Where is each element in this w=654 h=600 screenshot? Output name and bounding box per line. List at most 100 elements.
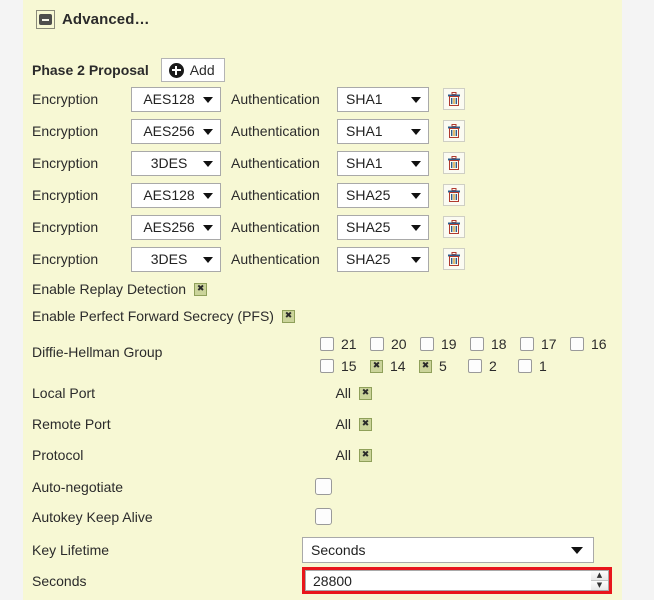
enable-pfs-checkbox[interactable]: ✖ — [281, 309, 295, 323]
authentication-label: Authentication — [231, 251, 320, 267]
dh-checkbox-15[interactable] — [320, 359, 334, 373]
dh-label-19: 19 — [441, 336, 457, 352]
authentication-label: Authentication — [231, 123, 320, 139]
seconds-row: Seconds ▲ ▼ — [32, 567, 612, 594]
protocol-checkbox[interactable]: ✖ — [359, 448, 372, 462]
trash-icon — [448, 251, 460, 266]
dh-label-15: 15 — [341, 358, 357, 374]
authentication-select-1[interactable]: SHA1 — [337, 118, 429, 144]
encryption-label: Encryption — [32, 187, 99, 203]
auto-negotiate-row: Auto-negotiate — [32, 478, 332, 495]
encryption-value-3: AES128 — [143, 187, 195, 203]
quantity-stepper: ▲ ▼ — [591, 570, 609, 591]
dh-checkbox-2[interactable] — [468, 359, 482, 373]
chevron-down-icon — [411, 97, 421, 103]
phase2-proposal-label: Phase 2 Proposal — [32, 62, 149, 78]
dh-label-17: 17 — [541, 336, 557, 352]
authentication-value-4: SHA25 — [346, 219, 391, 235]
authentication-select-5[interactable]: SHA25 — [337, 246, 429, 272]
dh-option-2: 2 — [468, 358, 508, 374]
table-row: Encryption 3DES Authentication SHA25 — [32, 246, 465, 272]
enable-replay-detection-row: Enable Replay Detection ✖ — [32, 281, 208, 297]
dh-label-14: 14 — [390, 358, 406, 374]
dh-row-0: 21 20 19 18 17 16 — [320, 333, 620, 355]
dh-checkbox-17[interactable] — [520, 337, 534, 351]
trash-icon — [448, 123, 460, 138]
trash-icon — [448, 187, 460, 202]
dh-checkbox-14[interactable]: ✖ — [370, 359, 383, 373]
dh-label-5: 5 — [439, 358, 447, 374]
local-port-checkbox[interactable]: ✖ — [359, 386, 372, 400]
encryption-select-0[interactable]: AES128 — [131, 86, 221, 112]
seconds-input[interactable] — [305, 570, 591, 591]
encryption-select-3[interactable]: AES128 — [131, 182, 221, 208]
dh-checkbox-1[interactable] — [518, 359, 532, 373]
remote-port-value: All — [335, 416, 351, 432]
authentication-select-2[interactable]: SHA1 — [337, 150, 429, 176]
dh-label-18: 18 — [491, 336, 507, 352]
add-proposal-button[interactable]: Add — [160, 58, 225, 82]
seconds-label: Seconds — [32, 572, 87, 589]
trash-icon — [448, 219, 460, 234]
encryption-select-2[interactable]: 3DES — [131, 150, 221, 176]
authentication-label: Authentication — [231, 155, 320, 171]
key-lifetime-value: Seconds — [311, 542, 366, 558]
key-lifetime-label: Key Lifetime — [32, 542, 110, 558]
minus-glyph — [39, 14, 52, 25]
encryption-select-5[interactable]: 3DES — [131, 246, 221, 272]
dh-checkbox-5[interactable]: ✖ — [419, 359, 432, 373]
dh-row-1: 15 ✖ 14 ✖ 5 2 1 — [320, 355, 620, 377]
chevron-down-icon — [411, 161, 421, 167]
dh-checkbox-18[interactable] — [470, 337, 484, 351]
stepper-down-button[interactable]: ▼ — [591, 580, 608, 590]
enable-pfs-label: Enable Perfect Forward Secrecy (PFS) — [32, 308, 274, 324]
encryption-value-5: 3DES — [150, 251, 188, 267]
autokey-keep-alive-label: Autokey Keep Alive — [32, 508, 153, 525]
encryption-select-1[interactable]: AES256 — [131, 118, 221, 144]
delete-row-button-1[interactable] — [443, 120, 465, 142]
delete-row-button-3[interactable] — [443, 184, 465, 206]
section-header: Advanced… — [36, 10, 150, 29]
dh-option-19: 19 — [420, 336, 460, 352]
encryption-value-1: AES256 — [143, 123, 195, 139]
encryption-value-4: AES256 — [143, 219, 195, 235]
remote-port-checkbox[interactable]: ✖ — [359, 417, 372, 431]
encryption-value-2: 3DES — [150, 155, 188, 171]
key-lifetime-select[interactable]: Seconds — [302, 537, 594, 563]
encryption-select-4[interactable]: AES256 — [131, 214, 221, 240]
dh-label-20: 20 — [391, 336, 407, 352]
protocol-value: All — [335, 447, 351, 463]
diffie-hellman-group-label: Diffie-Hellman Group — [32, 344, 163, 360]
dh-option-21: 21 — [320, 336, 360, 352]
enable-replay-detection-checkbox[interactable]: ✖ — [194, 282, 208, 296]
table-row: Encryption AES128 Authentication SHA1 — [32, 86, 465, 112]
authentication-select-3[interactable]: SHA25 — [337, 182, 429, 208]
table-row: Encryption AES256 Authentication SHA25 — [32, 214, 465, 240]
dh-option-17: 17 — [520, 336, 560, 352]
chevron-down-icon — [203, 129, 213, 135]
auto-negotiate-checkbox[interactable] — [315, 478, 332, 495]
minus-box-icon[interactable] — [36, 10, 55, 29]
delete-row-button-2[interactable] — [443, 152, 465, 174]
dh-checkbox-21[interactable] — [320, 337, 334, 351]
delete-row-button-5[interactable] — [443, 248, 465, 270]
delete-row-button-0[interactable] — [443, 88, 465, 110]
authentication-label: Authentication — [231, 187, 320, 203]
remote-port-row: Remote Port All ✖ — [32, 416, 372, 432]
authentication-value-1: SHA1 — [346, 123, 383, 139]
phase2-proposal-header: Phase 2 Proposal Add — [32, 58, 225, 82]
dh-option-18: 18 — [470, 336, 510, 352]
delete-row-button-4[interactable] — [443, 216, 465, 238]
authentication-select-0[interactable]: SHA1 — [337, 86, 429, 112]
dh-checkbox-16[interactable] — [570, 337, 584, 351]
autokey-keep-alive-checkbox[interactable] — [315, 508, 332, 525]
chevron-down-icon — [411, 225, 421, 231]
trash-icon — [448, 155, 460, 170]
diffie-hellman-group-options: 21 20 19 18 17 16 15 ✖ 14 ✖ 5 2 1 — [320, 333, 620, 377]
stepper-up-button[interactable]: ▲ — [591, 571, 608, 580]
dh-checkbox-19[interactable] — [420, 337, 434, 351]
chevron-down-icon — [411, 257, 421, 263]
dh-checkbox-20[interactable] — [370, 337, 384, 351]
authentication-select-4[interactable]: SHA25 — [337, 214, 429, 240]
protocol-label: Protocol — [32, 447, 84, 463]
